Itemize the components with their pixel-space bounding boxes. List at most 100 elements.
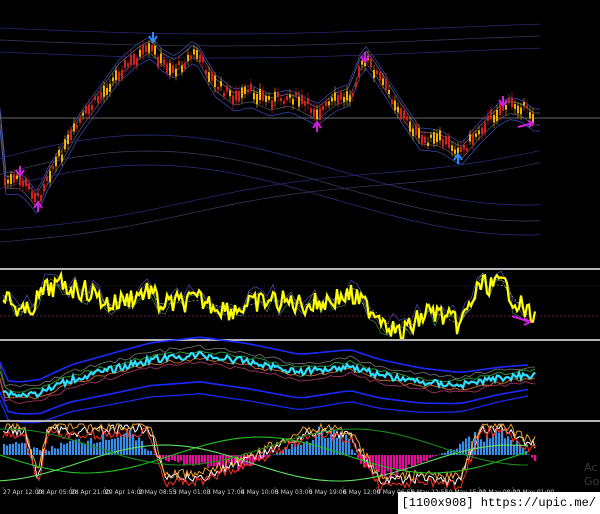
oscillator-panel[interactable] bbox=[0, 270, 600, 342]
histogram-bar bbox=[435, 455, 438, 456]
candle-body bbox=[292, 98, 294, 105]
candle-body bbox=[433, 132, 435, 144]
histogram-bar bbox=[72, 440, 75, 455]
histogram-bar bbox=[15, 442, 18, 455]
candle-body bbox=[508, 98, 510, 103]
histogram-bar bbox=[378, 455, 381, 472]
image-source-badge: [1100x908] https://upic.me/ bbox=[397, 492, 600, 514]
candle-body bbox=[391, 99, 393, 105]
candle-body bbox=[490, 109, 492, 120]
candle-body bbox=[478, 130, 480, 135]
candle-body bbox=[58, 150, 60, 157]
histogram-bar bbox=[33, 447, 36, 455]
candle-body bbox=[148, 43, 150, 53]
candle-body bbox=[271, 100, 273, 109]
candle-body bbox=[28, 183, 30, 190]
candle-body bbox=[31, 191, 33, 199]
candle-body bbox=[451, 145, 453, 151]
histogram-bar bbox=[207, 455, 210, 468]
moving-average-band bbox=[0, 380, 529, 415]
candle-body bbox=[475, 133, 477, 137]
candle-body bbox=[130, 55, 132, 65]
candle-body bbox=[64, 139, 66, 150]
histogram-bar bbox=[465, 438, 468, 455]
candle-body bbox=[94, 96, 96, 101]
moving-average-line bbox=[0, 344, 536, 388]
candle-body bbox=[127, 63, 129, 67]
histogram-bar bbox=[429, 455, 432, 458]
candle-body bbox=[331, 97, 333, 102]
histogram-bar bbox=[39, 450, 42, 455]
candle-body bbox=[349, 95, 351, 102]
moving-average-panel[interactable] bbox=[0, 336, 536, 424]
histogram-panel[interactable] bbox=[0, 422, 537, 491]
candle-body bbox=[118, 71, 120, 82]
candle-body bbox=[415, 124, 417, 136]
histogram-bar bbox=[84, 444, 87, 455]
candle-body bbox=[409, 121, 411, 132]
candle-body bbox=[25, 178, 27, 187]
histogram-bar bbox=[273, 454, 276, 455]
candle-body bbox=[370, 58, 372, 68]
candle-body bbox=[37, 192, 39, 197]
candle-body bbox=[124, 60, 126, 68]
candle-body bbox=[277, 92, 279, 97]
candle-body bbox=[289, 94, 291, 98]
candle-body bbox=[373, 70, 375, 78]
candle-body bbox=[133, 54, 135, 65]
histogram-bar bbox=[174, 455, 177, 462]
time-axis-label: 3 May 17:00 bbox=[207, 489, 245, 496]
histogram-bar bbox=[69, 440, 72, 455]
candle-body bbox=[106, 88, 108, 95]
candle-body bbox=[76, 125, 78, 129]
candle-body bbox=[412, 128, 414, 137]
candle-body bbox=[13, 173, 15, 183]
time-axis-label: 5 May 19:00 bbox=[309, 489, 347, 496]
time-axis-label: 4 May 10:00 bbox=[241, 489, 279, 496]
candle-body bbox=[307, 98, 309, 105]
histogram-bar bbox=[432, 455, 435, 457]
upper-band bbox=[0, 47, 541, 59]
histogram-bar bbox=[411, 455, 414, 467]
histogram-bar bbox=[510, 440, 513, 455]
candle-body bbox=[256, 94, 258, 105]
candle-body bbox=[343, 97, 345, 102]
candle-body bbox=[40, 195, 42, 202]
candle-body bbox=[190, 55, 192, 59]
candle-body bbox=[181, 65, 183, 73]
candle-body bbox=[316, 109, 318, 120]
moving-average-band bbox=[0, 392, 529, 424]
histogram-bar bbox=[204, 455, 207, 464]
histogram-bar bbox=[87, 440, 90, 455]
histogram-bar bbox=[36, 448, 39, 455]
candle-body bbox=[376, 70, 378, 75]
candle-body bbox=[67, 134, 69, 144]
time-axis-label: 3 May 01:00 bbox=[173, 489, 211, 496]
candle-body bbox=[442, 138, 444, 147]
candle-body bbox=[163, 59, 165, 66]
histogram-bar bbox=[81, 442, 84, 455]
histogram-bar bbox=[93, 443, 96, 455]
candle-body bbox=[175, 68, 177, 77]
candle-body bbox=[187, 54, 189, 61]
candle-body bbox=[400, 108, 402, 120]
candle-body bbox=[268, 96, 270, 100]
candle-body bbox=[334, 92, 336, 101]
histogram-bar bbox=[120, 436, 123, 455]
candle-body bbox=[421, 134, 423, 144]
candle-body bbox=[499, 103, 501, 115]
candle-body bbox=[511, 98, 513, 108]
candle-body bbox=[157, 56, 159, 67]
watermark-line-1: Ac bbox=[584, 461, 597, 474]
histogram-bar bbox=[63, 444, 66, 455]
candle-body bbox=[73, 123, 75, 132]
candle-body bbox=[274, 91, 276, 102]
histogram-bar bbox=[393, 455, 396, 469]
trading-chart[interactable]: 27 Apr 12:0028 Apr 05:0028 Apr 21:0029 A… bbox=[0, 0, 600, 514]
price-panel[interactable] bbox=[0, 23, 600, 243]
candle-body bbox=[388, 90, 390, 94]
histogram-bar bbox=[531, 455, 534, 458]
candle-body bbox=[169, 63, 171, 75]
histogram-bar bbox=[129, 430, 132, 455]
candle-body bbox=[448, 136, 450, 148]
